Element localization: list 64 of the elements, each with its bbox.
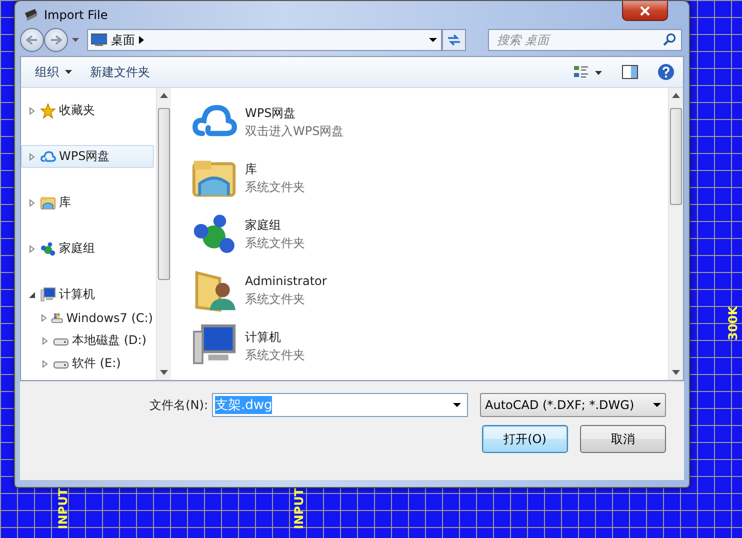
- file-name[interactable]: 库: [245, 160, 305, 178]
- scroll-up-icon[interactable]: [160, 93, 168, 98]
- dialog-button[interactable]: 打开(O): [482, 425, 568, 453]
- file-description: 系统文件夹: [245, 291, 306, 308]
- filename-label: 文件名(N):: [150, 396, 208, 414]
- search-field[interactable]: 搜索 桌面: [488, 29, 682, 51]
- window-title: Import File: [44, 8, 108, 22]
- desktop-icon: [91, 33, 107, 47]
- spheres-icon: [40, 240, 56, 256]
- back-button[interactable]: [20, 28, 44, 52]
- dialog-button[interactable]: 取消: [580, 425, 666, 453]
- search-icon[interactable]: [663, 33, 676, 46]
- scrollbar-thumb[interactable]: [670, 108, 682, 205]
- tree-item[interactable]: 收藏夹: [21, 99, 154, 122]
- tree-item[interactable]: Windows7 (C:): [21, 306, 154, 329]
- tree-item[interactable]: 家庭组: [21, 237, 154, 260]
- cloud-icon: [40, 148, 56, 164]
- caret-icon: [653, 403, 661, 407]
- tree-item[interactable]: WPS网盘: [21, 145, 154, 168]
- file-description: 系统文件夹: [245, 347, 305, 364]
- library-folder-icon: [40, 194, 56, 210]
- tree-item[interactable]: 本地磁盘 (D:): [21, 329, 154, 352]
- scrollbar-thumb[interactable]: [158, 108, 170, 280]
- refresh-button[interactable]: [442, 29, 466, 51]
- scrollbar[interactable]: [156, 88, 171, 380]
- file-name[interactable]: WPS网盘: [245, 104, 344, 122]
- swap-arrows-icon: [447, 34, 461, 46]
- left-arrow-icon: [26, 35, 38, 45]
- file-description: 系统文件夹: [245, 235, 305, 252]
- right-arrow-icon: [50, 35, 62, 45]
- tree-item[interactable]: 软件 (E:): [21, 352, 154, 375]
- file-description: 双击进入WPS网盘: [245, 123, 344, 140]
- new-folder-button[interactable]: 新建文件夹: [84, 60, 156, 84]
- file-name[interactable]: 计算机: [245, 328, 305, 346]
- scrollbar[interactable]: [668, 88, 683, 380]
- pcb-label: 300K: [726, 306, 740, 340]
- forward-button[interactable]: [44, 28, 68, 52]
- list-view-icon: [573, 64, 603, 80]
- caret-icon[interactable]: [429, 38, 437, 42]
- organize-button[interactable]: 组织: [29, 60, 78, 84]
- scroll-down-icon[interactable]: [160, 370, 168, 375]
- close-button[interactable]: [622, 1, 668, 21]
- tree-item[interactable]: 库: [21, 191, 154, 214]
- computer-icon: [40, 286, 56, 302]
- app-icon: [23, 6, 39, 22]
- preview-pane-button[interactable]: [619, 62, 641, 82]
- pane-icon: [621, 64, 639, 80]
- address-bar[interactable]: 桌面: [87, 29, 442, 51]
- caret-icon: [65, 70, 72, 74]
- file-type-dropdown[interactable]: AutoCAD (*.DXF; *.DWG): [480, 393, 666, 417]
- pcb-label: INPUT: [56, 488, 70, 530]
- tree-item[interactable]: 计算机: [21, 283, 154, 306]
- scroll-up-icon[interactable]: [672, 93, 680, 98]
- scroll-down-icon[interactable]: [672, 370, 680, 375]
- help-icon[interactable]: [657, 63, 675, 81]
- expander-icon[interactable]: [28, 290, 36, 298]
- star-icon: [40, 102, 56, 118]
- close-icon: [639, 6, 651, 16]
- address-path[interactable]: 桌面: [111, 32, 135, 48]
- file-name[interactable]: 家庭组: [245, 216, 305, 234]
- file-description: 系统文件夹: [245, 179, 305, 196]
- file-name[interactable]: Administrator: [245, 272, 327, 290]
- pcb-label: INPUT: [292, 488, 306, 530]
- chevron-icon[interactable]: [139, 36, 144, 44]
